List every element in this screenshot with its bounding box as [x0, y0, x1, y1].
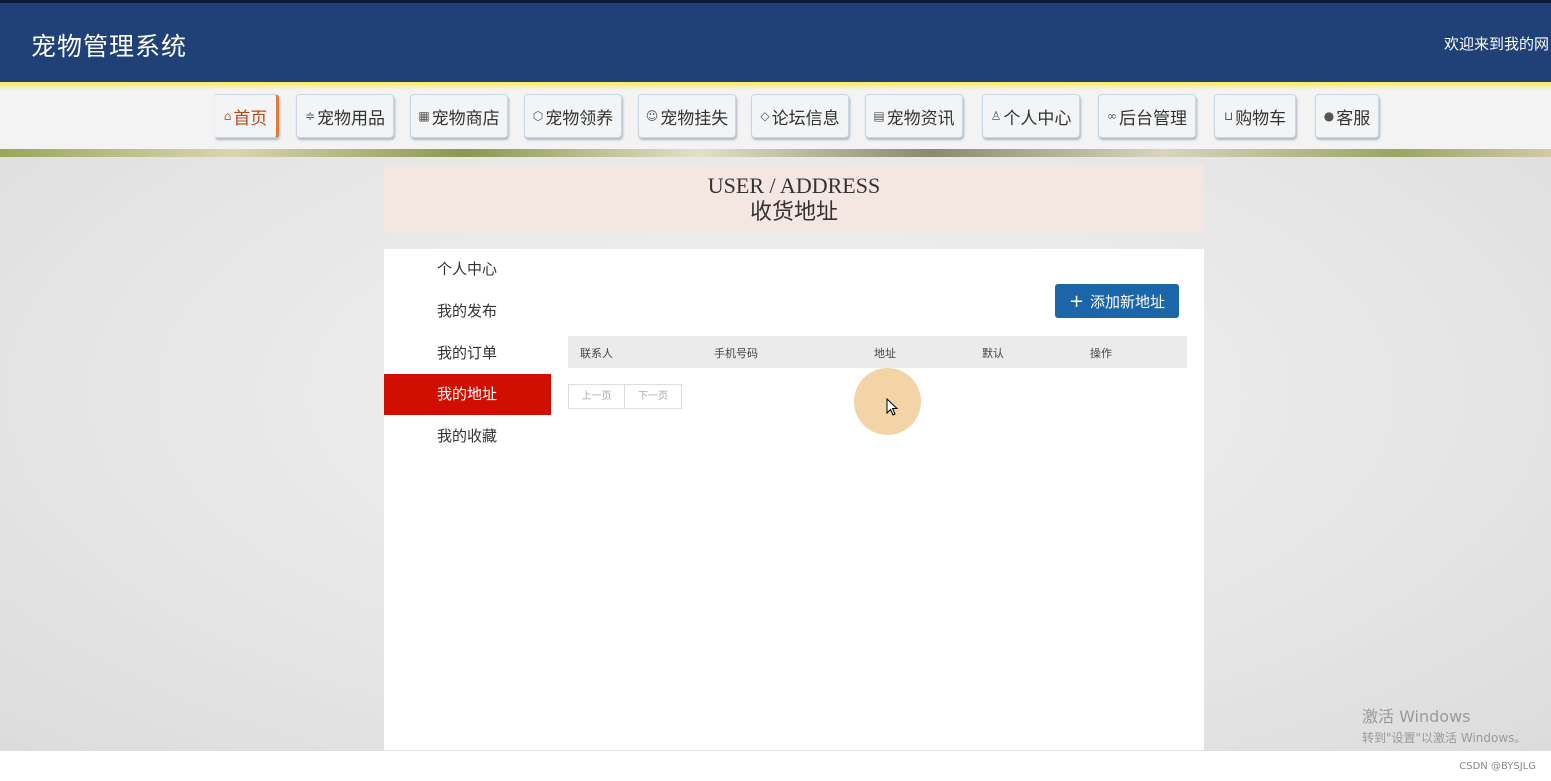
nav-item-cart[interactable]: ⊔ 购物车 [1214, 94, 1296, 138]
nav-item-pet-news[interactable]: ▤ 宠物资讯 [865, 94, 963, 138]
column-header-phone: 手机号码 [714, 347, 758, 360]
address-table-header: 联系人 手机号码 地址 默认 操作 [568, 336, 1187, 368]
banner-strip [0, 149, 1551, 157]
sidebar-item-my-address[interactable]: 我的地址 [384, 374, 551, 415]
document-icon: ▤ [873, 109, 885, 123]
nav-item-support[interactable]: ● 客服 [1315, 94, 1379, 138]
cart-icon: ⊔ [1223, 109, 1234, 123]
page-title-box: USER / ADDRESS 收货地址 [384, 165, 1204, 232]
user-icon: ♙ [990, 109, 1002, 123]
prev-page-button[interactable]: 上一页 [568, 384, 625, 409]
nav-item-label: 宠物领养 [545, 108, 614, 129]
nav-item-label: 首页 [233, 108, 268, 129]
sidebar-item-user-center[interactable]: 个人中心 [384, 249, 551, 290]
link-icon: ∞ [1107, 109, 1117, 123]
nav-item-label: 宠物用品 [317, 108, 386, 129]
nav-item-label: 宠物商店 [431, 108, 500, 129]
add-address-label: 添加新地址 [1090, 292, 1166, 311]
main-nav: ⌂ 首页 ≑ 宠物用品 ▦ 宠物商店 ⬡ 宠物领养 ☺ 宠物挂失 ◇ 论坛信息 … [0, 90, 1551, 149]
mouse-cursor-icon [886, 398, 899, 416]
pagination: 上一页 下一页 [568, 384, 682, 409]
plus-icon: + [1068, 290, 1085, 312]
sidebar-item-my-posts[interactable]: 我的发布 [384, 291, 551, 332]
windows-activation-watermark: 激活 Windows 转到"设置"以激活 Windows。 [1362, 703, 1526, 746]
nav-item-label: 购物车 [1235, 108, 1287, 129]
nav-item-label: 论坛信息 [771, 108, 840, 129]
nav-item-forum[interactable]: ◇ 论坛信息 [751, 94, 849, 138]
store-icon: ▦ [418, 109, 430, 123]
site-title: 宠物管理系统 [31, 32, 188, 61]
sliders-icon: ≑ [304, 109, 316, 123]
home-icon: ⌂ [223, 109, 232, 123]
page-title-cn: 收货地址 [749, 200, 838, 225]
column-header-default: 默认 [982, 347, 1004, 360]
nav-item-pet-lost[interactable]: ☺ 宠物挂失 [638, 94, 736, 138]
nav-item-label: 个人中心 [1003, 108, 1072, 129]
top-header: 宠物管理系统 欢迎来到我的网 [0, 0, 1551, 82]
nav-item-label: 后台管理 [1119, 108, 1187, 129]
nav-item-pet-store[interactable]: ▦ 宠物商店 [410, 94, 508, 138]
nav-item-label: 宠物挂失 [660, 108, 729, 129]
header-accent-bar [0, 82, 1551, 90]
csdn-watermark: CSDN @BYSJLG [1459, 761, 1536, 772]
nav-item-user-center[interactable]: ♙ 个人中心 [982, 94, 1080, 138]
tag-icon: ◇ [760, 109, 770, 123]
nav-item-home[interactable]: ⌂ 首页 [215, 94, 279, 138]
column-header-actions: 操作 [1090, 347, 1112, 360]
nav-item-label: 客服 [1336, 108, 1371, 129]
nav-item-label: 宠物资讯 [886, 108, 955, 129]
sidebar-item-my-orders[interactable]: 我的订单 [384, 333, 551, 374]
support-icon: ● [1323, 109, 1335, 123]
content-panel: 个人中心 我的发布 我的订单 我的地址 我的收藏 + 添加新地址 联系人 手机号… [384, 249, 1204, 750]
face-icon: ☺ [645, 109, 659, 123]
box-icon: ⬡ [532, 109, 544, 123]
next-page-button[interactable]: 下一页 [625, 384, 682, 409]
windows-activation-title: 激活 Windows [1362, 707, 1471, 726]
windows-activation-hint: 转到"设置"以激活 Windows。 [1362, 731, 1527, 745]
welcome-text: 欢迎来到我的网 [1444, 35, 1550, 53]
sidebar-item-my-favorites[interactable]: 我的收藏 [384, 416, 551, 457]
nav-item-pet-supplies[interactable]: ≑ 宠物用品 [296, 94, 394, 138]
page-title-en: USER / ADDRESS [707, 173, 881, 198]
bottom-bar [0, 750, 1551, 781]
column-header-contact: 联系人 [580, 347, 613, 360]
add-address-button[interactable]: + 添加新地址 [1055, 284, 1179, 318]
nav-item-admin[interactable]: ∞ 后台管理 [1098, 94, 1196, 138]
column-header-address: 地址 [874, 347, 896, 360]
nav-item-pet-adoption[interactable]: ⬡ 宠物领养 [524, 94, 622, 138]
